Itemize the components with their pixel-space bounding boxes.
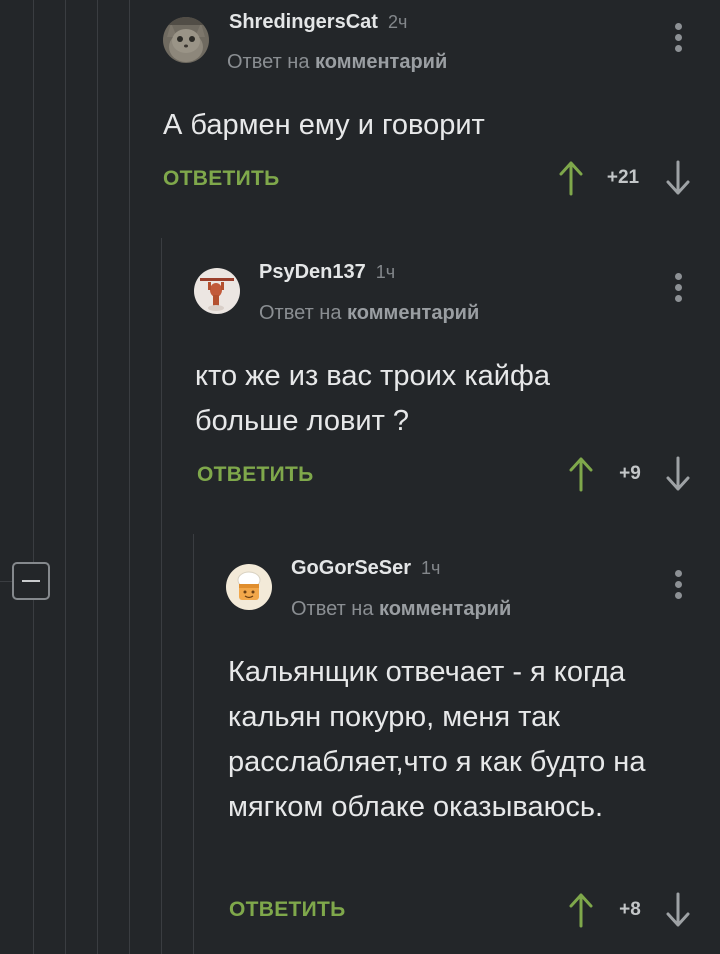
reply-button[interactable]: ОТВЕТИТЬ — [163, 167, 280, 191]
comment-text: А бармен ему и говорит — [163, 109, 485, 141]
reply-to-prefix: Ответ на — [259, 302, 342, 324]
arrow-down-icon[interactable] — [665, 160, 691, 196]
arrow-down-icon[interactable] — [665, 456, 691, 492]
comment-author[interactable]: ShredingersCat 2ч — [229, 10, 407, 34]
comment-time: 1ч — [375, 262, 396, 282]
reply-to-line: Ответ на комментарий — [227, 50, 447, 74]
reply-to-link[interactable]: комментарий — [315, 51, 447, 73]
collapse-thread-button[interactable] — [12, 562, 50, 600]
vertical-dots-icon[interactable] — [671, 273, 687, 305]
arrow-up-icon[interactable] — [568, 892, 594, 928]
cat-avatar-icon — [163, 17, 209, 63]
author-name[interactable]: ShredingersCat — [229, 11, 378, 33]
thread-line-4 — [129, 0, 130, 954]
author-name[interactable]: PsyDen137 — [259, 261, 366, 283]
thread-line-1 — [33, 0, 34, 954]
reply-button[interactable]: ОТВЕТИТЬ — [229, 898, 346, 922]
comment-rating: +21 — [606, 167, 640, 188]
comment-time: 1ч — [421, 558, 441, 578]
comment-text: Кальянщик отвечает - я когда кальян поку… — [228, 656, 646, 823]
reply-to-link[interactable]: комментарий — [379, 598, 511, 620]
chef-avatar-icon — [226, 564, 272, 610]
user-avatar[interactable] — [194, 268, 240, 314]
thread-line-5 — [161, 238, 162, 954]
comment-rating: +9 — [619, 463, 641, 484]
thread-line-6 — [193, 534, 194, 954]
reply-to-prefix: Ответ на — [291, 598, 374, 620]
reply-to-line: Ответ на комментарий — [259, 301, 479, 325]
thread-line-2 — [65, 0, 66, 954]
reply-button[interactable]: ОТВЕТИТЬ — [197, 463, 314, 487]
comment-author[interactable]: GoGorSeSer 1ч — [291, 556, 440, 580]
arrow-down-icon[interactable] — [665, 892, 691, 928]
comment-author[interactable]: PsyDen137 1ч — [259, 260, 395, 284]
author-name[interactable]: GoGorSeSer — [291, 557, 411, 579]
thread-line-3 — [97, 0, 98, 954]
vertical-dots-icon[interactable] — [671, 23, 687, 55]
vertical-dots-icon[interactable] — [671, 570, 687, 602]
comment-rating: +8 — [619, 899, 641, 920]
collapse-connector — [0, 581, 12, 582]
user-avatar[interactable] — [163, 17, 209, 63]
comment-time: 2ч — [387, 12, 408, 32]
reply-to-link[interactable]: комментарий — [347, 302, 479, 324]
arrow-up-icon[interactable] — [558, 160, 584, 196]
reply-to-prefix: Ответ на — [227, 51, 310, 73]
comment-text: кто же из вас троих кайфа больше ловит ? — [195, 360, 550, 437]
minus-square-icon — [22, 580, 40, 582]
arrow-up-icon[interactable] — [568, 456, 594, 492]
figure-avatar-icon — [194, 268, 240, 314]
reply-to-line: Ответ на комментарий — [291, 597, 511, 621]
comment-thread-page: ShredingersCat 2ч Ответ на комментарий А … — [0, 0, 720, 954]
user-avatar[interactable] — [226, 564, 272, 610]
